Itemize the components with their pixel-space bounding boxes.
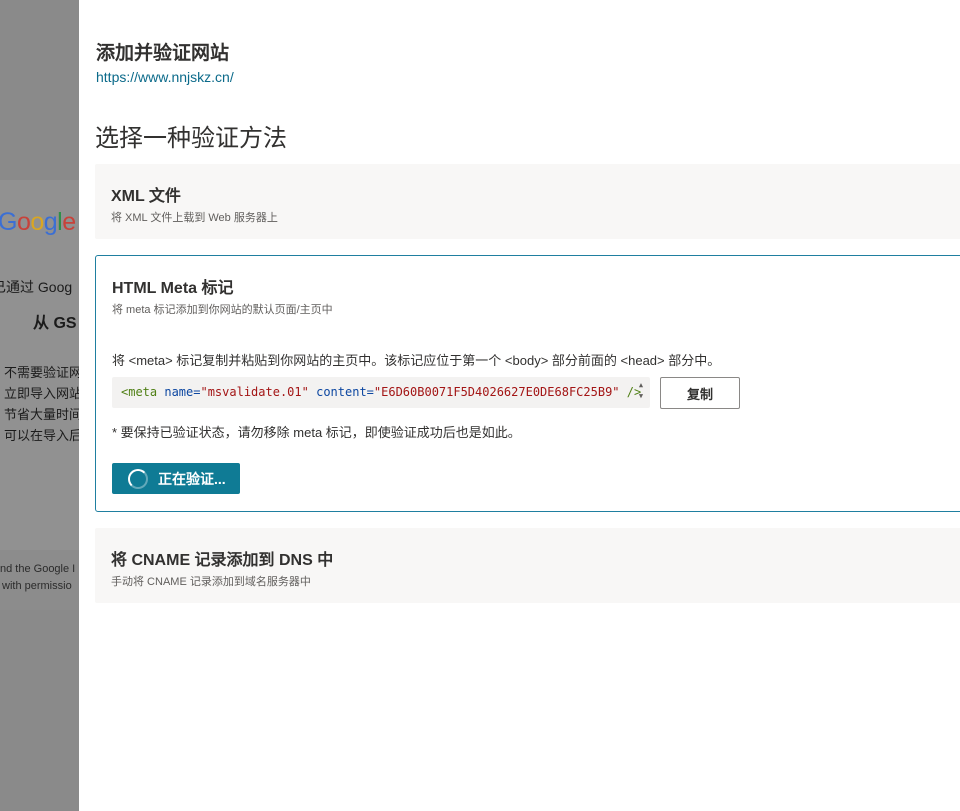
background-bullet: 可以在导入后 <box>4 428 80 443</box>
background-bullet: 不需要验证网 <box>4 365 80 380</box>
meta-tag-code[interactable]: <meta name="msvalidate.01" content="E6D6… <box>112 377 650 408</box>
background-page: Google 已通过 Goog 从 GS 不需要验证网 立即导入网站 节省大量时… <box>0 0 80 811</box>
option-cname-dns[interactable]: 将 CNAME 记录添加到 DNS 中 手动将 CNAME 记录添加到域名服务器… <box>95 528 960 603</box>
code-attr-name: name= <box>164 385 201 399</box>
add-verify-site-panel: 添加并验证网站 https://www.nnjskz.cn/ 选择一种验证方法 … <box>79 0 960 811</box>
google-logo-letter: G <box>0 208 17 236</box>
option-xml-desc: 将 XML 文件上载到 Web 服务器上 <box>111 212 278 224</box>
code-val-name: "msvalidate.01" <box>200 385 309 399</box>
code-scrollbar[interactable]: ▲ ▼ <box>636 380 646 405</box>
background-footer-text: with permissio <box>2 580 72 592</box>
code-attr-content: content= <box>316 385 374 399</box>
option-meta-desc: 将 meta 标记添加到你网站的默认页面/主页中 <box>112 304 333 316</box>
loading-spinner-icon <box>128 468 148 489</box>
google-logo-letter: g <box>43 208 58 236</box>
scroll-up-icon[interactable]: ▲ <box>636 380 646 391</box>
copy-button[interactable]: 复制 <box>660 377 740 409</box>
option-xml-title: XML 文件 <box>111 188 181 205</box>
option-xml-file[interactable]: XML 文件 将 XML 文件上载到 Web 服务器上 <box>95 164 960 239</box>
google-logo-letter: o <box>30 208 44 236</box>
verify-button[interactable]: 正在验证... <box>112 463 240 494</box>
background-bullet: 节省大量时间 <box>4 407 80 422</box>
code-tag-open: <meta <box>121 385 158 399</box>
meta-instruction: 将 <meta> 标记复制并粘贴到你网站的主页中。该标记应位于第一个 <body… <box>112 353 721 368</box>
meta-note: * 要保持已验证状态，请勿移除 meta 标记，即使验证成功后也是如此。 <box>112 425 521 440</box>
option-cname-title: 将 CNAME 记录添加到 DNS 中 <box>111 552 334 569</box>
option-html-meta[interactable]: HTML Meta 标记 将 meta 标记添加到你网站的默认页面/主页中 将 … <box>95 255 960 512</box>
background-footer-text: nd the Google I <box>0 563 76 575</box>
panel-title: 添加并验证网站 <box>96 43 230 64</box>
option-meta-title: HTML Meta 标记 <box>112 280 234 297</box>
verify-button-label: 正在验证... <box>158 470 226 487</box>
option-cname-desc: 手动将 CNAME 记录添加到域名服务器中 <box>111 576 311 588</box>
background-text: 已通过 Goog <box>0 279 73 295</box>
google-logo-letter: o <box>16 208 31 236</box>
background-heading: 从 GS <box>33 315 77 332</box>
code-val-content: "E6D60B0071F5D4026627E0DE68FC25B9" <box>373 385 620 399</box>
google-logo: Google <box>0 208 76 237</box>
google-logo-letter: e <box>62 208 76 236</box>
scroll-down-icon[interactable]: ▼ <box>636 391 646 402</box>
site-url: https://www.nnjskz.cn/ <box>96 69 234 85</box>
background-bullet: 立即导入网站 <box>4 386 80 401</box>
verification-method-heading: 选择一种验证方法 <box>95 125 287 152</box>
